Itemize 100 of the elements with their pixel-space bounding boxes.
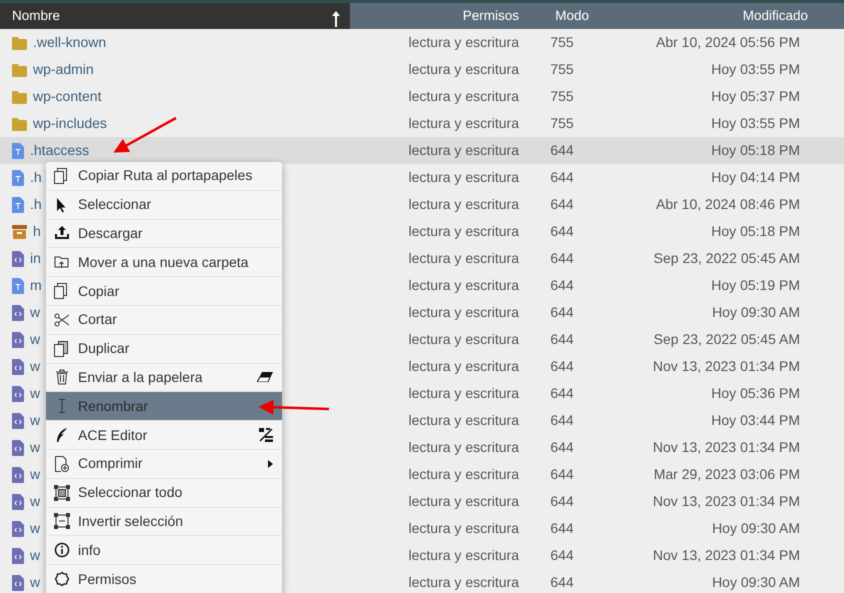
mode-cell: 644 — [550, 223, 574, 239]
mode-cell: 644 — [550, 466, 574, 482]
file-name[interactable]: .well-known — [33, 34, 106, 50]
file-name[interactable]: .htaccess — [30, 142, 90, 158]
menu-item[interactable]: Renombrar — [46, 392, 282, 422]
file-name[interactable]: .h — [30, 169, 42, 185]
mode-cell: 644 — [550, 277, 574, 293]
menu-item[interactable]: Duplicar — [46, 334, 282, 364]
text-icon — [12, 170, 24, 186]
mode-cell: 755 — [550, 88, 574, 104]
menu-item[interactable]: Permisos — [46, 565, 282, 593]
mode-cell: 644 — [550, 331, 574, 347]
permissions-cell: lectura y escritura — [408, 574, 519, 590]
quill-icon — [54, 427, 70, 444]
folder-move-icon — [54, 254, 70, 270]
column-header[interactable]: Permisos — [462, 8, 519, 23]
modified-cell: Nov 13, 2023 01:34 PM — [652, 358, 800, 374]
code-icon — [12, 548, 24, 564]
code-icon — [12, 332, 24, 348]
modified-cell: Hoy 04:14 PM — [711, 169, 800, 185]
menu-item[interactable]: Copiar Ruta al portapapeles — [46, 162, 282, 191]
menu-item[interactable]: info — [46, 536, 282, 566]
menu-item[interactable]: Comprimir — [46, 450, 282, 479]
upload-icon — [54, 225, 70, 242]
file-name[interactable]: w — [30, 520, 40, 536]
menu-item[interactable]: Descargar — [46, 220, 282, 248]
file-name[interactable]: in — [30, 250, 41, 266]
code-icon — [12, 521, 24, 538]
menu-item[interactable]: ACE Editor — [46, 421, 282, 450]
modified-cell: Hoy 09:30 AM — [712, 520, 800, 536]
editor-icon — [259, 428, 273, 442]
text-icon — [12, 278, 24, 294]
file-name[interactable]: w — [30, 331, 40, 347]
menu-item[interactable]: Seleccionar todo — [46, 478, 282, 508]
mode-cell: 644 — [550, 142, 574, 158]
mode-cell: 755 — [550, 115, 574, 131]
file-name[interactable]: w — [30, 493, 40, 509]
modified-cell: Hoy 03:55 PM — [711, 115, 800, 131]
column-header[interactable]: Nombre — [12, 8, 60, 23]
sort-arrow-icon[interactable] — [332, 10, 340, 27]
modified-cell: Hoy 05:18 PM — [711, 223, 800, 239]
modified-cell: Hoy 03:44 PM — [711, 412, 800, 428]
menu-item[interactable]: Cortar — [46, 306, 282, 335]
permissions-cell: lectura y escritura — [408, 196, 519, 212]
permissions-cell: lectura y escritura — [408, 304, 519, 320]
permissions-cell: lectura y escritura — [408, 547, 519, 563]
permissions-cell: lectura y escritura — [408, 520, 519, 536]
mode-cell: 644 — [550, 520, 574, 536]
mode-cell: 644 — [550, 358, 574, 374]
mode-cell: 644 — [550, 547, 574, 563]
arrow-annotation — [113, 116, 177, 153]
permissions-cell: lectura y escritura — [408, 169, 519, 185]
copy-icon — [54, 283, 70, 300]
file-name[interactable]: w — [30, 439, 40, 455]
code-icon — [12, 251, 24, 268]
permissions-cell: lectura y escritura — [408, 250, 519, 266]
permissions-cell: lectura y escritura — [408, 412, 519, 428]
modified-cell: Sep 23, 2022 05:45 AM — [654, 331, 800, 347]
modified-cell: Abr 10, 2024 05:56 PM — [656, 34, 800, 50]
mode-cell: 644 — [550, 493, 574, 509]
code-icon — [12, 494, 24, 510]
modified-cell: Sep 23, 2022 05:45 AM — [654, 250, 800, 266]
code-icon — [12, 440, 24, 456]
mode-cell: 644 — [550, 439, 574, 455]
menu-item[interactable]: Mover a una nueva carpeta — [46, 248, 282, 278]
file-name[interactable]: w — [30, 358, 40, 374]
file-name[interactable]: wp-admin — [33, 61, 94, 77]
permissions-cell: lectura y escritura — [408, 331, 519, 347]
menu-item[interactable]: Invertir selección — [46, 508, 282, 536]
file-name[interactable]: w — [30, 412, 40, 428]
permissions-cell: lectura y escritura — [408, 493, 519, 509]
menu-item[interactable]: Seleccionar — [46, 190, 282, 220]
archive-icon — [12, 225, 27, 240]
code-icon — [12, 359, 24, 376]
column-header[interactable]: Modificado — [742, 8, 808, 23]
code-icon — [12, 413, 24, 430]
file-name[interactable]: wp-includes — [33, 115, 107, 131]
permissions-cell: lectura y escritura — [408, 88, 519, 104]
submenu-caret-icon — [268, 460, 273, 468]
modified-cell: Hoy 05:19 PM — [711, 277, 800, 293]
file-name[interactable]: wp-content — [33, 88, 102, 104]
file-name[interactable]: .h — [30, 196, 42, 212]
file-name[interactable]: w — [30, 547, 40, 563]
folder-icon — [12, 90, 27, 104]
file-name[interactable]: w — [30, 466, 40, 482]
text-icon — [12, 143, 24, 160]
archive-file-icon — [54, 456, 70, 472]
mode-cell: 644 — [550, 169, 574, 185]
mode-cell: 644 — [550, 250, 574, 266]
file-name[interactable]: w — [30, 385, 40, 401]
file-name[interactable]: w — [30, 574, 40, 590]
eraser-icon — [257, 372, 273, 382]
permissions-cell: lectura y escritura — [408, 439, 519, 455]
mode-cell: 644 — [550, 304, 574, 320]
code-icon — [12, 575, 24, 592]
file-name[interactable]: w — [30, 304, 40, 320]
menu-item[interactable]: Copiar — [46, 277, 282, 306]
mode-cell: 755 — [550, 61, 574, 77]
file-name[interactable]: m — [30, 277, 42, 293]
file-name[interactable]: h — [33, 223, 41, 239]
